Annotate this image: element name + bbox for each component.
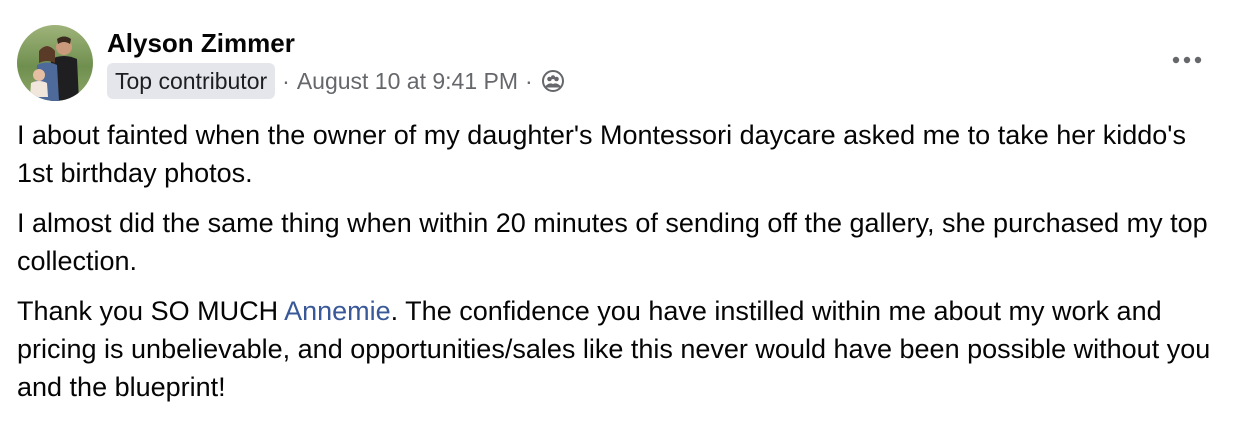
post-body: I about fainted when the owner of my dau… — [17, 116, 1217, 418]
top-contributor-badge[interactable]: Top contributor — [107, 63, 276, 99]
paragraph-text: Thank you SO MUCH — [17, 296, 285, 326]
post-subline: Top contributor · August 10 at 9:41 PM · — [107, 63, 564, 99]
post-meta: Alyson Zimmer Top contributor · August 1… — [107, 28, 564, 99]
post-paragraph-3: Thank you SO MUCH Annemie. The confidenc… — [17, 292, 1217, 406]
more-options-icon[interactable] — [1170, 45, 1204, 75]
separator: · — [282, 67, 290, 94]
post-header: Alyson Zimmer Top contributor · August 1… — [17, 25, 564, 101]
separator: · — [525, 67, 533, 94]
group-icon[interactable] — [541, 70, 564, 92]
mention-link-annemie[interactable]: Annemie — [284, 296, 391, 326]
facebook-post: Alyson Zimmer Top contributor · August 1… — [0, 0, 1240, 432]
post-paragraph-2: I almost did the same thing when within … — [17, 208, 1208, 276]
post-paragraph-1: I about fainted when the owner of my dau… — [17, 120, 1186, 188]
avatar[interactable] — [17, 25, 93, 101]
post-timestamp[interactable]: August 10 at 9:41 PM — [297, 68, 518, 95]
author-name[interactable]: Alyson Zimmer — [107, 28, 564, 58]
